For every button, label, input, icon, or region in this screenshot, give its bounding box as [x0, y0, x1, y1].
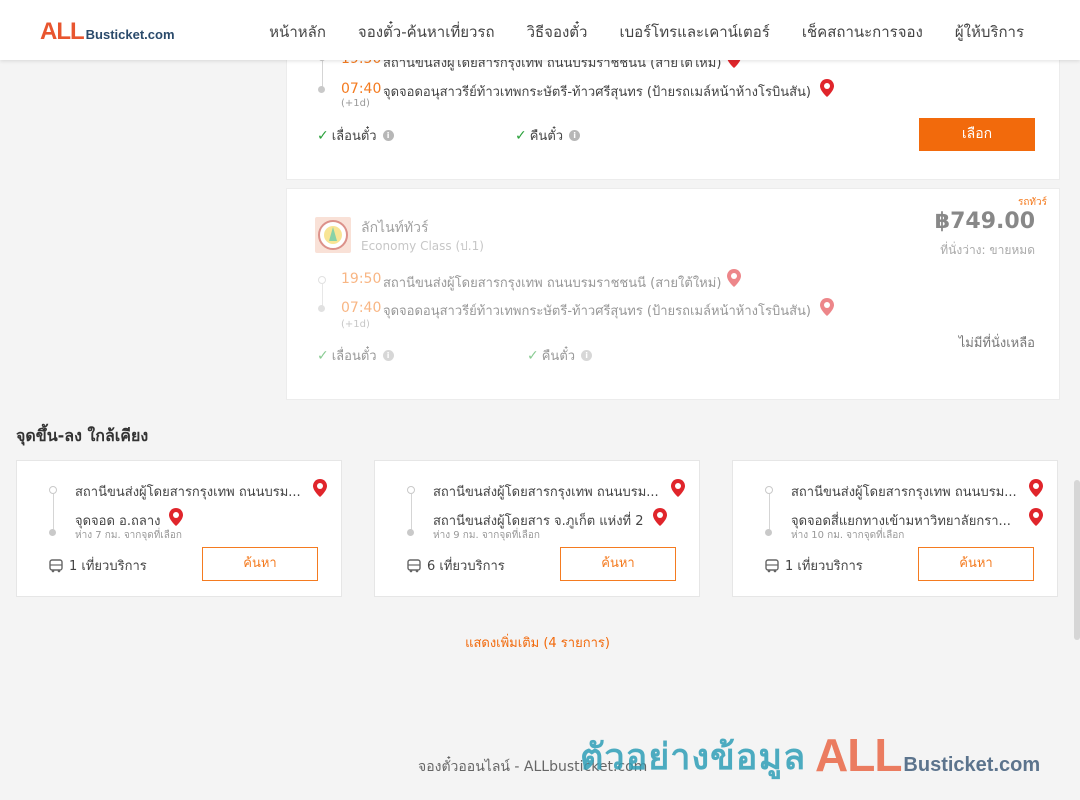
info-icon[interactable]: i — [581, 350, 593, 361]
page-scrollbar[interactable] — [1074, 480, 1080, 640]
feature-change-ticket: ✓ เลื่อนตั๋ว i — [317, 125, 394, 146]
bus-icon — [407, 558, 421, 572]
feature-change-ticket: ✓ เลื่อนตั๋ว i — [317, 345, 394, 366]
route-line — [769, 494, 770, 530]
map-pin-icon[interactable] — [820, 79, 834, 97]
operator-logo — [315, 217, 351, 253]
select-button[interactable]: เลือก — [919, 118, 1035, 151]
trip-card-sold-out: รถทัวร์ ลักไนท์ทัวร์ Economy Class (ป.1)… — [286, 188, 1060, 400]
route-start-dot — [49, 486, 57, 494]
watermark-text: ตัวอย่างข้อมูล — [580, 737, 807, 778]
feature-label: คืนตั๋ว — [529, 129, 564, 144]
nearby-card: สถานีขนส่งผู้โดยสารกรุงเทพ ถนนบรม... สถา… — [374, 460, 700, 597]
nearby-section-title: จุดขึ้น-ลง ใกล้เคียง — [16, 426, 149, 445]
no-seats-message: ไม่มีที่นั่งเหลือ — [958, 336, 1035, 351]
feature-label: เลื่อนตั๋ว — [331, 129, 377, 144]
feature-refund-ticket: ✓ คืนตั๋ว i — [515, 125, 581, 146]
watermark-logo-rest: Busticket.com — [903, 754, 1041, 776]
nav-operators[interactable]: ผู้ให้บริการ — [955, 20, 1024, 44]
map-pin-icon[interactable] — [653, 508, 667, 526]
search-button[interactable]: ค้นหา — [202, 547, 318, 581]
search-button[interactable]: ค้นหา — [560, 547, 676, 581]
check-icon: ✓ — [527, 347, 539, 364]
nearby-trips: 6 เที่ยวบริการ — [407, 555, 505, 576]
watermark-logo-all: ALL — [815, 729, 902, 781]
nearby-from: สถานีขนส่งผู้โดยสารกรุงเทพ ถนนบรม... — [433, 485, 659, 500]
nav-check-status[interactable]: เช็คสถานะการจอง — [802, 20, 923, 44]
operator-name: ลักไนท์ทัวร์ — [361, 220, 429, 236]
route-end-dot — [318, 305, 325, 312]
nav-home[interactable]: หน้าหลัก — [269, 20, 326, 44]
map-pin-icon[interactable] — [169, 508, 183, 526]
map-pin-icon[interactable] — [313, 479, 327, 497]
route-line — [53, 494, 54, 530]
arrival-stop: จุดจอดอนุสาวรีย์ท้าวเทพกระษัตรี-ท้าวศรีส… — [383, 304, 811, 319]
check-icon: ✓ — [317, 347, 329, 364]
nearby-distance: ห่าง 10 กม. จากจุดที่เลือก — [791, 530, 905, 541]
route-end-dot — [49, 529, 56, 536]
map-pin-icon[interactable] — [820, 298, 834, 316]
search-button[interactable]: ค้นหา — [918, 547, 1034, 581]
check-icon: ✓ — [317, 127, 329, 144]
map-pin-icon[interactable] — [727, 269, 741, 287]
feature-refund-ticket: ✓ คืนตั๋ว i — [527, 345, 593, 366]
map-pin-icon[interactable] — [1029, 508, 1043, 526]
route-end-dot — [318, 86, 325, 93]
arrival-time: 07:40 — [341, 81, 382, 97]
nav-booking[interactable]: จองตั๋ว-ค้นหาเที่ยวรถ — [358, 20, 495, 44]
nearby-trips: 1 เที่ยวบริการ — [765, 555, 863, 576]
feature-label: เลื่อนตั๋ว — [331, 349, 377, 364]
info-icon[interactable]: i — [382, 350, 394, 361]
nearby-distance: ห่าง 7 กม. จากจุดที่เลือก — [75, 530, 182, 541]
bus-icon — [765, 558, 779, 572]
departure-time: 19:50 — [341, 271, 382, 287]
logo-rest: Busticket.com — [85, 27, 175, 42]
nearby-card: สถานีขนส่งผู้โดยสารกรุงเทพ ถนนบรม... จุด… — [16, 460, 342, 597]
route-line — [322, 61, 323, 87]
info-icon[interactable]: i — [382, 130, 394, 141]
nearby-from: สถานีขนส่งผู้โดยสารกรุงเทพ ถนนบรม... — [791, 485, 1017, 500]
arrival-stop: จุดจอดอนุสาวรีย์ท้าวเทพกระษัตรี-ท้าวศรีส… — [383, 85, 811, 100]
trips-count: 6 เที่ยวบริการ — [427, 559, 505, 574]
route-start-dot — [318, 276, 326, 284]
nearby-from: สถานีขนส่งผู้โดยสารกรุงเทพ ถนนบรม... — [75, 485, 301, 500]
logo-all: ALL — [40, 18, 85, 45]
info-icon[interactable]: i — [569, 130, 581, 141]
departure-stop: สถานีขนส่งผู้โดยสารกรุงเทพ ถนนบรมราชชนนี… — [383, 276, 722, 291]
site-logo[interactable]: ALL Busticket.com — [40, 18, 175, 46]
map-pin-icon[interactable] — [1029, 479, 1043, 497]
route-end-dot — [765, 529, 772, 536]
nearby-card: สถานีขนส่งผู้โดยสารกรุงเทพ ถนนบรม... จุด… — [732, 460, 1058, 597]
nearby-trips: 1 เที่ยวบริการ — [49, 555, 147, 576]
trips-count: 1 เที่ยวบริการ — [69, 559, 147, 574]
route-start-dot — [765, 486, 773, 494]
seats-available: ที่นั่งว่าง: ขายหมด — [940, 243, 1035, 257]
seat-class: Economy Class (ป.1) — [361, 239, 484, 253]
watermark-logo: ALL Busticket.com — [815, 728, 1040, 782]
operator-emblem-icon — [318, 220, 348, 250]
map-pin-icon[interactable] — [671, 479, 685, 497]
route-end-dot — [407, 529, 414, 536]
route-start-dot — [407, 486, 415, 494]
trips-count: 1 เที่ยวบริการ — [785, 559, 863, 574]
check-icon: ✓ — [515, 127, 527, 144]
nearby-distance: ห่าง 9 กม. จากจุดที่เลือก — [433, 530, 540, 541]
bus-type-tag: รถทัวร์ — [1017, 197, 1047, 208]
route-line — [411, 494, 412, 530]
feature-label: คืนตั๋ว — [541, 349, 576, 364]
top-header: ALL Busticket.com หน้าหลัก จองตั๋ว-ค้นหาเ… — [0, 0, 1080, 60]
bus-icon — [49, 558, 63, 572]
show-more-link[interactable]: แสดงเพิ่มเติม (4 รายการ) — [0, 632, 1075, 653]
main-nav: หน้าหลัก จองตั๋ว-ค้นหาเที่ยวรถ วิธีจองตั… — [269, 20, 1024, 44]
arrival-day-offset: (+1d) — [341, 319, 370, 330]
arrival-time: 07:40 — [341, 300, 382, 316]
ticket-price: ฿749.00 — [934, 209, 1035, 234]
nav-contact[interactable]: เบอร์โทรและเคาน์เตอร์ — [619, 20, 769, 44]
nav-how-to[interactable]: วิธีจองตั๋ว — [527, 20, 588, 44]
arrival-day-offset: (+1d) — [341, 98, 370, 109]
